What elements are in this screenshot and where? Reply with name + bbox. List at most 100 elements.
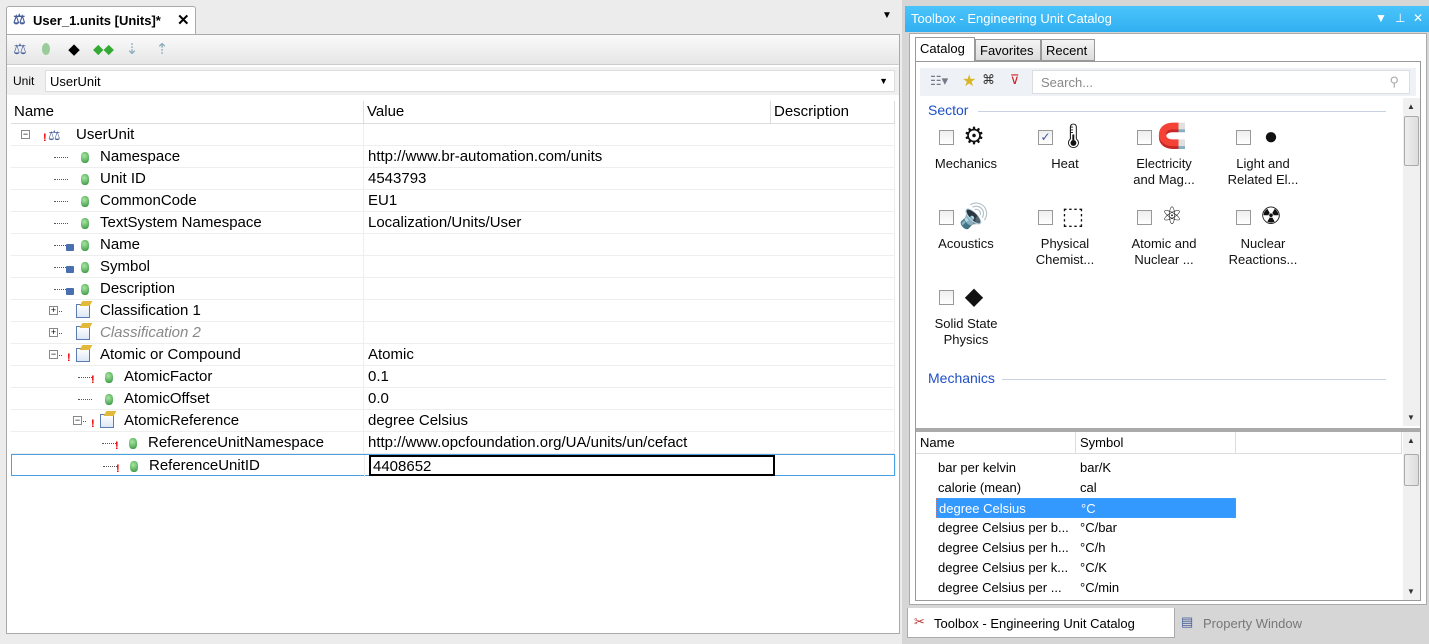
description-cell [771, 388, 895, 410]
unit-list-item[interactable]: degree Celsius per ... °C/min [936, 578, 1236, 598]
mechanics-heading: Mechanics [928, 370, 995, 386]
sector-label: Acoustics [917, 236, 1015, 252]
unit-list-item[interactable]: calorie (mean) cal [936, 478, 1236, 498]
table-row: −! Atomic or Compound Atomic [11, 344, 895, 366]
unit-list: Name Symbol bar per kelvin bar/K calorie (… [916, 432, 1420, 600]
tab-toolbox[interactable]: ✂ Toolbox - Engineering Unit Catalog [907, 608, 1175, 638]
unit-list-item[interactable]: degree Celsius per b... °C/bar [936, 518, 1236, 538]
sector-label: Electricity and Mag... [1115, 156, 1213, 188]
unit-list-item[interactable]: degree Celsius per k... °C/K [936, 558, 1236, 578]
sector-checkbox[interactable]: ✓ [1038, 130, 1053, 145]
search-icon: ⚲ [1389, 74, 1399, 89]
sector-label-line1: Acoustics [938, 236, 994, 251]
value-cell [368, 236, 774, 257]
unit-list-item[interactable]: degree Celsius per h... °C/h [936, 538, 1236, 558]
clear-filter-icon[interactable]: ⊽ [1010, 72, 1020, 88]
value-cell [368, 280, 774, 301]
navigate-icon[interactable]: ◆ [65, 41, 83, 59]
value-cell: 4543793 [368, 170, 427, 187]
sector-label-line1: Electricity [1136, 156, 1192, 171]
tab-recent[interactable]: Recent [1041, 39, 1095, 61]
document-tab[interactable]: ⚖ User_1.units [Units]* ✕ [6, 6, 196, 34]
sector-label: Mechanics [917, 156, 1015, 172]
value-cell: http://www.br-automation.com/units [368, 148, 603, 165]
tab-catalog[interactable]: Catalog [915, 37, 975, 62]
tree-line [102, 443, 116, 444]
table-row: Namespace http://www.br-automation.com/un… [11, 146, 895, 168]
classification-icon [100, 414, 114, 428]
property-icon [81, 240, 89, 251]
shapes-icon: ◆ [964, 283, 984, 310]
table-row: Symbol [11, 256, 895, 278]
value-cell [368, 126, 774, 147]
sort-ascending-icon[interactable]: ⇣ [123, 41, 141, 59]
tree-line [54, 179, 68, 180]
sector-checkbox[interactable] [939, 210, 954, 225]
description-cell [772, 455, 896, 477]
collapse-icon[interactable]: − [49, 350, 58, 359]
unit-dropdown[interactable]: UserUnit ▼ [45, 70, 895, 92]
list-header-name[interactable]: Name [916, 432, 1076, 454]
search-input[interactable]: Search... ⚲ [1032, 70, 1410, 94]
close-icon[interactable]: ✕ [1413, 11, 1423, 25]
add-favorite-icon[interactable]: ★ [962, 71, 976, 91]
tab-favorites[interactable]: Favorites [975, 39, 1041, 61]
collapse-icon[interactable]: − [21, 130, 30, 139]
tab-property-window[interactable]: ▤ Property Window [1177, 608, 1377, 638]
document-menu-dropdown[interactable]: ▼ [882, 10, 892, 21]
sort-descending-icon[interactable]: ⇡ [153, 41, 171, 59]
row-name: CommonCode [100, 192, 197, 209]
column-header-value[interactable]: Value [364, 101, 771, 124]
sector-checkbox[interactable] [1038, 210, 1053, 225]
sector-checkbox[interactable] [1137, 210, 1152, 225]
sector-checkbox[interactable] [1236, 210, 1251, 225]
property-icon [81, 218, 89, 229]
lock-icon [66, 288, 74, 295]
table-row: + Classification 2 [11, 322, 895, 344]
add-property-icon[interactable]: ⬮ [37, 41, 55, 59]
expand-icon[interactable]: + [49, 306, 58, 315]
table-row[interactable]: ! ReferenceUnitID 4408652 [11, 454, 896, 477]
value-cell [368, 258, 774, 279]
row-name: ReferenceUnitNamespace [148, 434, 324, 451]
unit-list-item[interactable]: degree Celsius per s...°C/s [936, 598, 1236, 600]
unit-list-item[interactable]: bar per kelvin bar/K [936, 458, 1236, 478]
unit-name: degree Celsius per ... [938, 580, 1062, 595]
thermometer-icon: 🌡 [1058, 123, 1089, 150]
sector-label-line2: Related El... [1227, 172, 1299, 187]
panel-menu-icon[interactable]: ▼ [1375, 11, 1387, 25]
expand-icon[interactable]: + [49, 328, 58, 337]
value-cell: 0.0 [368, 390, 389, 407]
unit-list-item[interactable]: degree Celsius °C [936, 498, 1236, 518]
table-row: Description [11, 278, 895, 300]
sector-checkbox[interactable] [1137, 130, 1152, 145]
close-tab-button[interactable]: ✕ [177, 11, 190, 29]
find-icon[interactable]: ⌘ [982, 72, 995, 88]
sector-label-line1: Atomic and [1131, 236, 1197, 251]
value-cell: Localization/Units/User [368, 214, 522, 231]
column-header-description[interactable]: Description [771, 101, 895, 124]
description-cell [771, 300, 895, 322]
view-mode-icon[interactable]: ☷▾ [930, 73, 948, 89]
pin-icon[interactable]: ⊥ [1395, 11, 1405, 25]
column-header-name[interactable]: Name [11, 101, 364, 124]
table-row: Name [11, 234, 895, 256]
sector-scrollbar[interactable]: ▲ ▼ [1403, 98, 1420, 426]
molecule-cube-icon: ⬚ [1061, 203, 1085, 230]
atom-icon: ⚛ [1161, 203, 1183, 230]
bottom-tab-strip: ✂ Toolbox - Engineering Unit Catalog ▤ P… [905, 606, 1429, 640]
properties-icon[interactable]: ⬥⬥ [93, 41, 114, 59]
property-window-icon: ▤ [1181, 614, 1194, 629]
sector-checkbox[interactable] [939, 290, 954, 305]
unit-dropdown-value: UserUnit [50, 74, 101, 89]
sector-checkbox[interactable] [939, 130, 954, 145]
sector-checkbox[interactable] [1236, 130, 1251, 145]
list-header-symbol[interactable]: Symbol [1076, 432, 1236, 454]
list-scrollbar[interactable]: ▲ ▼ [1403, 432, 1420, 600]
collapse-icon[interactable]: − [73, 416, 82, 425]
catalog-toolbar: ☷▾ ★ ⌘ ⊽ Search... ⚲ [920, 68, 1416, 96]
value-cell: EU1 [368, 192, 398, 209]
row-name: Classification 2 [100, 324, 201, 341]
value-cell[interactable]: 4408652 [369, 455, 775, 476]
add-unit-icon[interactable]: ⚖ [11, 41, 29, 59]
